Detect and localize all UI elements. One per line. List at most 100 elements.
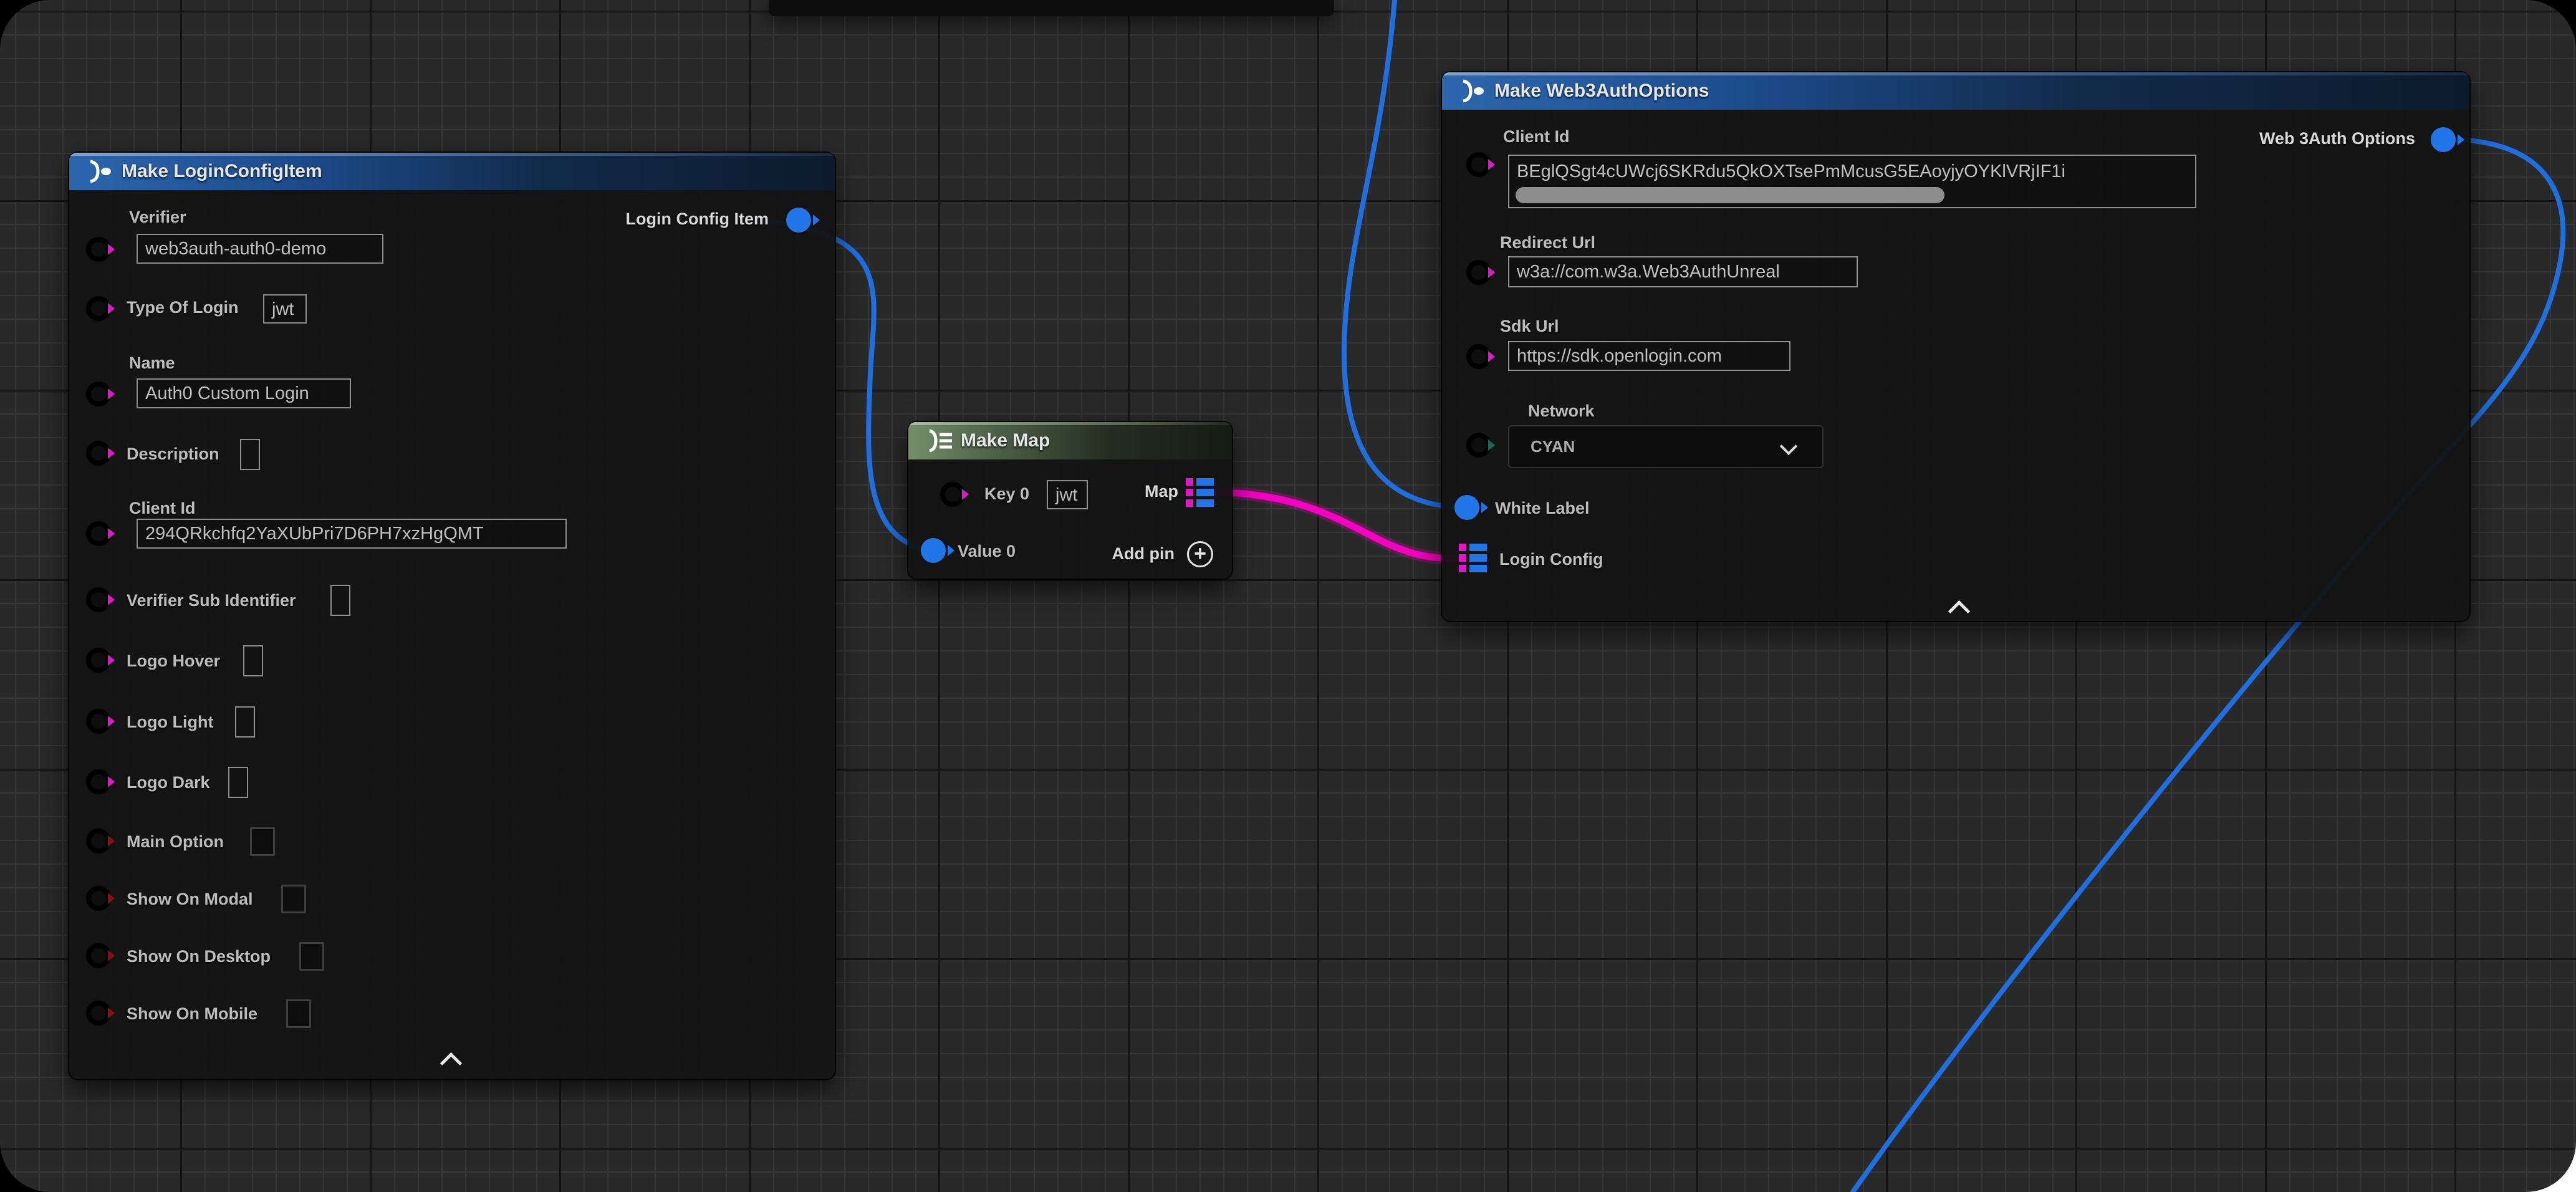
pin-label-verifier: Verifier bbox=[129, 208, 186, 227]
verifier-sub-identifier-field[interactable] bbox=[330, 585, 350, 616]
map-pin-value-cell bbox=[1469, 565, 1487, 572]
node-make-loginconfigitem[interactable]: Make LoginConfigItem Login Config Item V… bbox=[69, 153, 835, 1079]
map-pin-value-cell bbox=[1196, 489, 1214, 496]
redirect-url-field[interactable]: w3a://com.w3a.Web3AuthUnreal bbox=[1508, 256, 1858, 287]
add-pin-label: Add pin bbox=[1112, 544, 1175, 564]
pin-label-white-label: White Label bbox=[1495, 499, 1590, 518]
pin-label-type-of-login: Type Of Login bbox=[127, 298, 238, 317]
input-pin-main-option[interactable] bbox=[86, 829, 111, 853]
chevron-down-icon bbox=[1780, 438, 1797, 455]
input-pin-verifier-sub-identifier[interactable] bbox=[86, 587, 111, 612]
pin-label-main-option: Main Option bbox=[127, 832, 224, 852]
node-header[interactable]: Make Web3AuthOptions bbox=[1442, 72, 2469, 110]
make-struct-icon bbox=[85, 159, 113, 184]
blueprint-graph-canvas[interactable]: Make LoginConfigItem Login Config Item V… bbox=[0, 0, 2576, 1192]
pin-label-client-id: Client Id bbox=[129, 499, 196, 518]
input-pin-client-id[interactable] bbox=[86, 521, 111, 546]
pin-label-show-on-mobile: Show On Mobile bbox=[127, 1004, 257, 1024]
show-on-modal-checkbox[interactable] bbox=[281, 885, 306, 913]
client-id-field[interactable]: 294QRkchfq2YaXUbPri7D6PH7xzHgQMT bbox=[137, 519, 567, 549]
input-pin-logo-hover[interactable] bbox=[86, 648, 111, 673]
input-pin-redirect-url[interactable] bbox=[1466, 260, 1491, 285]
pin-label-show-on-modal: Show On Modal bbox=[127, 890, 253, 909]
collapse-node-chevron-icon[interactable] bbox=[1948, 600, 1970, 622]
offscreen-node-bottom-edge[interactable] bbox=[769, 0, 1334, 16]
map-pin-key-cell bbox=[1186, 489, 1193, 496]
input-pin-key-0[interactable] bbox=[940, 482, 965, 507]
map-pin-value-cell bbox=[1196, 478, 1214, 486]
map-pin-value-cell bbox=[1469, 544, 1487, 551]
map-pin-key-cell bbox=[1186, 499, 1193, 507]
type-of-login-field[interactable]: jwt bbox=[263, 294, 307, 324]
input-pin-white-label[interactable] bbox=[1454, 495, 1479, 520]
sdk-url-field[interactable]: https://sdk.openlogin.com bbox=[1508, 341, 1790, 371]
name-field[interactable]: Auth0 Custom Login bbox=[137, 378, 351, 408]
input-pin-type-of-login[interactable] bbox=[86, 296, 111, 321]
input-pin-show-on-desktop[interactable] bbox=[86, 943, 111, 968]
input-pin-value-0[interactable] bbox=[921, 538, 946, 563]
pin-label-logo-hover: Logo Hover bbox=[127, 651, 220, 671]
node-title: Make LoginConfigItem bbox=[122, 161, 322, 182]
pin-label-login-config: Login Config bbox=[1499, 550, 1603, 569]
node-make-map[interactable]: Make Map Key 0 jwt Map Value 0 Add pin + bbox=[908, 422, 1232, 579]
output-pin-label: Map bbox=[1145, 482, 1178, 501]
input-pin-name[interactable] bbox=[86, 382, 111, 406]
pin-label-client-id: Client Id bbox=[1503, 127, 1570, 147]
map-pin-key-cell bbox=[1459, 565, 1466, 572]
input-pin-client-id[interactable] bbox=[1466, 152, 1491, 177]
pin-label-logo-dark: Logo Dark bbox=[127, 773, 210, 792]
main-option-checkbox[interactable] bbox=[250, 827, 275, 856]
logo-hover-field[interactable] bbox=[243, 645, 263, 676]
node-title: Make Web3AuthOptions bbox=[1494, 80, 1709, 102]
input-pin-show-on-mobile[interactable] bbox=[86, 1001, 111, 1026]
verifier-field[interactable]: web3auth-auth0-demo bbox=[137, 234, 383, 264]
map-pin-key-cell bbox=[1186, 478, 1193, 486]
map-pin-key-cell bbox=[1459, 544, 1466, 551]
client-id-field-scrollbar[interactable] bbox=[1516, 187, 1944, 203]
map-pin-value-cell bbox=[1469, 554, 1487, 562]
input-pin-show-on-modal[interactable] bbox=[86, 886, 111, 911]
input-pin-network[interactable] bbox=[1466, 433, 1491, 458]
output-pin-label: Login Config Item bbox=[626, 209, 769, 229]
output-pin-label: Web 3Auth Options bbox=[2259, 129, 2415, 148]
input-pin-login-config[interactable] bbox=[1459, 544, 1487, 572]
input-pin-sdk-url[interactable] bbox=[1466, 344, 1491, 369]
logo-dark-field[interactable] bbox=[228, 767, 248, 798]
add-pin-button[interactable]: + bbox=[1187, 541, 1213, 567]
output-pin-map[interactable] bbox=[1186, 478, 1214, 507]
pin-label-redirect-url: Redirect Url bbox=[1500, 233, 1595, 252]
input-pin-logo-light[interactable] bbox=[86, 709, 111, 734]
description-field[interactable] bbox=[240, 439, 260, 470]
network-dropdown[interactable]: CYAN bbox=[1508, 425, 1824, 468]
map-pin-key-cell bbox=[1459, 554, 1466, 562]
pin-label-logo-light: Logo Light bbox=[127, 713, 213, 732]
pin-label-verifier-sub-identifier: Verifier Sub Identifier bbox=[127, 591, 296, 610]
input-pin-logo-dark[interactable] bbox=[86, 769, 111, 794]
input-pin-verifier[interactable] bbox=[86, 237, 111, 262]
pin-label-show-on-desktop: Show On Desktop bbox=[127, 947, 271, 966]
output-pin-login-config-item[interactable] bbox=[786, 208, 811, 233]
node-header[interactable]: Make Map bbox=[908, 422, 1232, 459]
map-pin-value-cell bbox=[1196, 499, 1214, 507]
pin-label-sdk-url: Sdk Url bbox=[1500, 317, 1559, 336]
blueprint-editor: Make LoginConfigItem Login Config Item V… bbox=[0, 0, 2576, 1192]
wire-map-to-loginconfig-glow bbox=[1217, 492, 1465, 559]
network-selected-value: CYAN bbox=[1531, 437, 1575, 456]
make-struct-icon bbox=[1458, 79, 1486, 103]
pin-label-name: Name bbox=[129, 353, 175, 373]
node-make-web3authoptions[interactable]: Make Web3AuthOptions Web 3Auth Options C… bbox=[1442, 72, 2469, 621]
key-0-field[interactable]: jwt bbox=[1047, 480, 1088, 509]
show-on-desktop-checkbox[interactable] bbox=[299, 942, 324, 971]
make-map-icon bbox=[925, 428, 956, 453]
input-pin-description[interactable] bbox=[86, 441, 111, 466]
node-header[interactable]: Make LoginConfigItem bbox=[69, 153, 835, 190]
logo-light-field[interactable] bbox=[235, 706, 255, 738]
show-on-mobile-checkbox[interactable] bbox=[286, 999, 311, 1028]
output-pin-web3auth-options[interactable] bbox=[2431, 127, 2456, 152]
pin-label-value-0: Value 0 bbox=[958, 542, 1016, 561]
collapse-node-chevron-icon[interactable] bbox=[440, 1052, 462, 1074]
pin-label-network: Network bbox=[1528, 401, 1595, 421]
wire-map-to-loginconfig bbox=[1217, 492, 1465, 559]
node-title: Make Map bbox=[961, 430, 1050, 451]
pin-label-key-0: Key 0 bbox=[984, 484, 1029, 504]
